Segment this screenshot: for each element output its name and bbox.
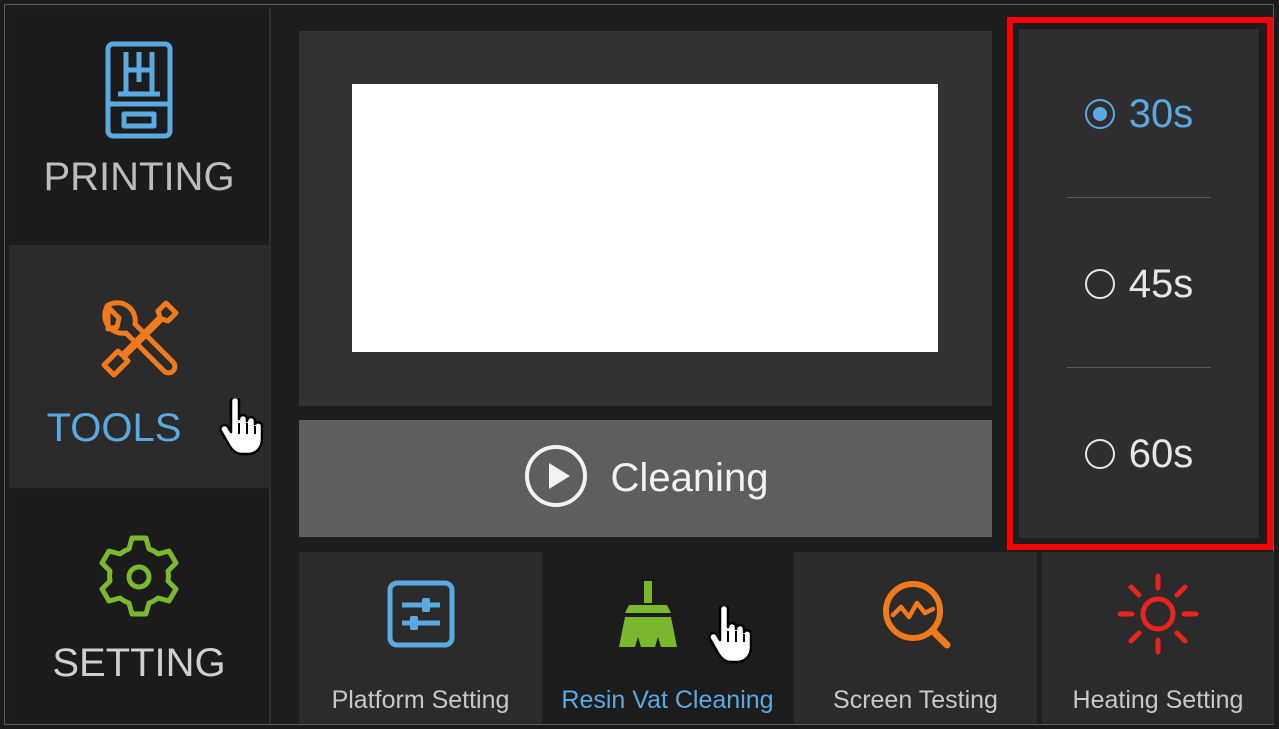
duration-option-label: 45s: [1128, 261, 1194, 306]
sidebar-item-printing[interactable]: PRINTING: [9, 10, 269, 242]
duration-option-45s[interactable]: 45s: [1019, 199, 1259, 369]
duration-option-label: 30s: [1128, 91, 1194, 136]
sidebar-item-setting[interactable]: SETTING: [9, 490, 269, 722]
divider: [1067, 197, 1211, 198]
preview-screen: [352, 84, 938, 352]
tools-icon: [94, 295, 184, 390]
tool-label: Resin Vat Cleaning: [561, 686, 774, 714]
preview-panel: [299, 31, 992, 406]
cleaning-button[interactable]: Cleaning: [299, 420, 992, 537]
screen-test-icon: [879, 578, 953, 650]
tool-resin-vat-cleaning[interactable]: Resin Vat Cleaning: [546, 552, 789, 724]
tool-screen-testing[interactable]: Screen Testing: [794, 552, 1037, 724]
tool-heating-setting[interactable]: Heating Setting: [1042, 552, 1274, 724]
sidebar-divider: [269, 8, 271, 724]
broom-icon: [611, 578, 685, 650]
divider: [1067, 367, 1211, 368]
sidebar-item-label: TOOLS: [46, 406, 182, 450]
sun-icon: [1116, 573, 1200, 655]
tool-label: Screen Testing: [833, 686, 998, 714]
gear-icon: [94, 532, 184, 627]
cleaning-button-label: Cleaning: [610, 456, 769, 500]
radio-selected-icon: [1084, 99, 1115, 129]
sidebar-item-label: SETTING: [52, 641, 226, 685]
sidebar-item-label: PRINTING: [43, 155, 235, 199]
sliders-icon: [386, 578, 456, 650]
tool-platform-setting[interactable]: Platform Setting: [299, 552, 542, 724]
radio-unselected-icon: [1084, 269, 1115, 299]
tool-label: Heating Setting: [1072, 686, 1244, 714]
duration-option-label: 60s: [1128, 431, 1194, 476]
hand-cursor-icon: [708, 603, 753, 669]
duration-options-panel: 30s 45s 60s: [1019, 29, 1259, 538]
printer-icon: [104, 40, 174, 145]
duration-option-30s[interactable]: 30s: [1019, 29, 1259, 199]
duration-option-60s[interactable]: 60s: [1019, 369, 1259, 539]
play-icon: [523, 443, 589, 514]
radio-unselected-icon: [1084, 439, 1115, 469]
tool-label: Platform Setting: [331, 686, 510, 714]
hand-cursor-icon: [219, 395, 264, 461]
